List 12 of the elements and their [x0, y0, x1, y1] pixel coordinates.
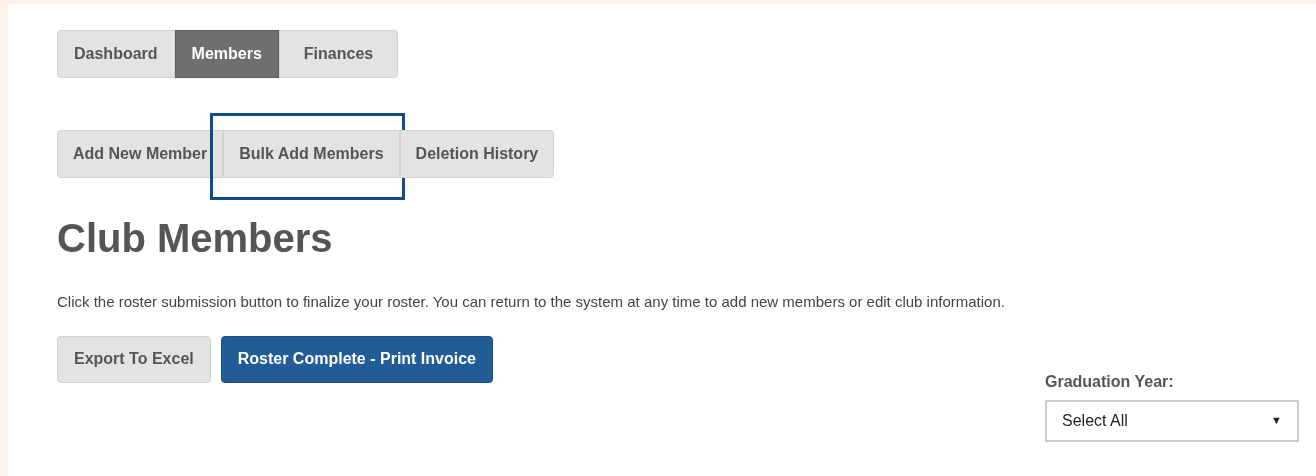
graduation-year-select[interactable]: Select All ▼: [1045, 399, 1299, 442]
export-button[interactable]: Export To Excel: [57, 335, 211, 383]
sub-tab[interactable]: Deletion History: [399, 130, 555, 178]
nav-tab[interactable]: Dashboard: [57, 30, 175, 78]
sub-tab[interactable]: Bulk Add Members: [223, 130, 400, 178]
roster-complete-button[interactable]: Roster Complete - Print Invoice: [220, 335, 493, 383]
sub-tab[interactable]: Add New Member: [57, 130, 224, 178]
page-heading: Club Members: [57, 215, 334, 262]
filter-label: Graduation Year:: [1045, 371, 1175, 392]
nav-tab[interactable]: Finances: [278, 30, 399, 78]
nav-tab[interactable]: Members: [174, 30, 279, 78]
description-text: Click the roster submission button to finalize your roster. You can return to the system at any time to add new members or edit club information.: [57, 292, 1006, 312]
